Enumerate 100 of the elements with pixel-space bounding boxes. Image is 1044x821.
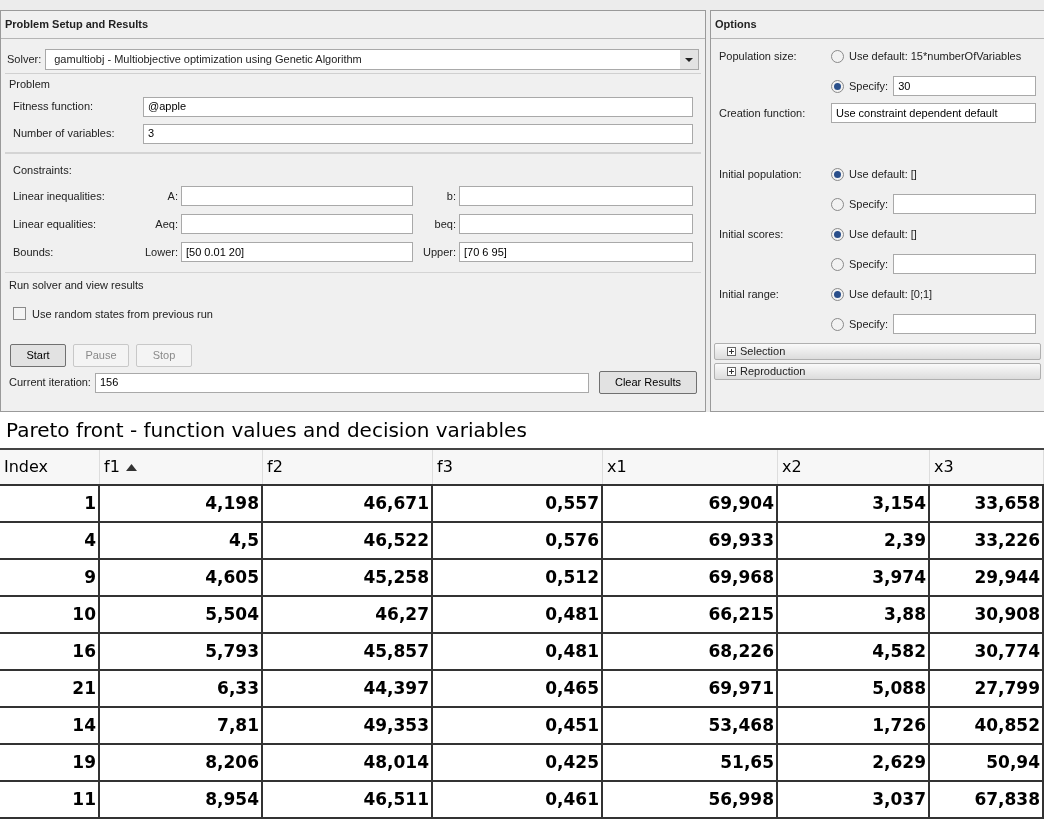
table-cell: 33,658 — [930, 486, 1044, 521]
radio-label: Specify: — [849, 316, 889, 332]
results-title: Pareto front - function values and decision variables — [6, 417, 527, 444]
table-cell: 45,258 — [263, 560, 433, 595]
table-cell: 0,465 — [433, 671, 603, 706]
table-cell: 67,838 — [930, 782, 1044, 817]
table-cell: 14 — [0, 708, 100, 743]
column-header[interactable]: x1 — [603, 450, 778, 484]
input-field[interactable] — [181, 186, 413, 206]
creation-function-field[interactable]: Use constraint dependent default — [831, 103, 1036, 123]
field-label: Initial range: — [719, 286, 780, 302]
input-field[interactable] — [459, 186, 693, 206]
table-cell: 0,451 — [433, 708, 603, 743]
checkbox-label: Use random states from previous run — [32, 306, 213, 322]
field-label: A: — [166, 188, 179, 204]
table-cell: 5,793 — [100, 634, 263, 669]
table-cell: 9 — [0, 560, 100, 595]
solver-dropdown[interactable]: gamultiobj - Multiobjective optimization using Genetic Algorithm — [45, 49, 699, 70]
table-cell: 66,215 — [603, 597, 778, 632]
field-label: Linear inequalities: — [13, 188, 106, 204]
table-cell: 19 — [0, 745, 100, 780]
field-label: Fitness function: — [13, 99, 95, 115]
input-field[interactable] — [893, 314, 1036, 334]
radio-button[interactable] — [831, 197, 844, 211]
radio-label: Specify: — [849, 78, 889, 94]
radio-button[interactable] — [831, 257, 844, 271]
input-field[interactable] — [459, 214, 693, 234]
table-cell: 68,226 — [603, 634, 778, 669]
table-cell: 27,799 — [930, 671, 1044, 706]
table-cell: 46,522 — [263, 523, 433, 558]
checkbox[interactable] — [13, 307, 26, 321]
input-field[interactable] — [181, 214, 413, 234]
radio-label: Specify: — [849, 256, 889, 272]
table-cell: 0,461 — [433, 782, 603, 817]
caret-icon — [680, 50, 698, 69]
input-field[interactable]: [70 6 95] — [459, 242, 693, 262]
table-cell: 8,206 — [100, 745, 263, 780]
table-cell: 21 — [0, 671, 100, 706]
column-header[interactable]: x3 — [930, 450, 1044, 484]
table-cell: 0,576 — [433, 523, 603, 558]
table-cell: 4,605 — [100, 560, 263, 595]
radio-button[interactable] — [831, 49, 844, 63]
radio-label: Use default: [] — [849, 226, 917, 242]
table-cell: 1 — [0, 486, 100, 521]
collapsible-section[interactable]: Selection — [714, 343, 1041, 360]
table-cell: 44,397 — [263, 671, 433, 706]
table-cell: 3,037 — [778, 782, 930, 817]
input-field[interactable]: [50 0.01 20] — [181, 242, 413, 262]
field-label: Upper: — [421, 244, 457, 260]
field-label: Population size: — [719, 48, 798, 64]
table-cell: 56,998 — [603, 782, 778, 817]
field-label: beq: — [433, 216, 457, 232]
table-cell: 2,629 — [778, 745, 930, 780]
table-cell: 3,974 — [778, 560, 930, 595]
field-label: Current iteration: — [9, 375, 91, 391]
panel-title: Problem Setup and Results — [5, 17, 149, 33]
column-header[interactable]: x2 — [778, 450, 930, 484]
clear-results-button[interactable]: Clear Results — [599, 371, 697, 394]
table-cell: 0,557 — [433, 486, 603, 521]
table-cell: 1,726 — [778, 708, 930, 743]
radio-label: Use default: [0;1] — [849, 286, 933, 302]
field-label: b: — [445, 188, 457, 204]
collapsible-section[interactable]: Reproduction — [714, 363, 1041, 380]
radio-label: Use default: [] — [849, 166, 917, 182]
iteration-field[interactable]: 156 — [94, 372, 589, 393]
table-cell: 40,852 — [930, 708, 1044, 743]
field-label: Lower: — [143, 244, 179, 260]
column-header[interactable]: f2 — [263, 450, 433, 484]
table-cell: 4 — [0, 523, 100, 558]
table-cell: 45,857 — [263, 634, 433, 669]
radio-button[interactable] — [831, 167, 844, 181]
field-label: Solver: — [7, 52, 42, 68]
action-button[interactable]: Start — [10, 344, 66, 367]
table-cell: 69,904 — [603, 486, 778, 521]
input-field[interactable]: 3 — [143, 123, 693, 144]
radio-button[interactable] — [831, 227, 844, 241]
radio-label: Specify: — [849, 196, 889, 212]
table-cell: 49,353 — [263, 708, 433, 743]
column-header[interactable]: Index — [0, 450, 100, 484]
radio-button[interactable] — [831, 317, 844, 331]
radio-button[interactable] — [831, 79, 844, 93]
column-header[interactable]: f3 — [433, 450, 603, 484]
table-cell: 16 — [0, 634, 100, 669]
table-cell: 8,954 — [100, 782, 263, 817]
input-field[interactable] — [893, 194, 1036, 214]
table-cell: 51,65 — [603, 745, 778, 780]
table-cell: 2,39 — [778, 523, 930, 558]
table-cell: 7,81 — [100, 708, 263, 743]
input-field[interactable] — [893, 254, 1036, 274]
radio-button[interactable] — [831, 287, 844, 301]
table-cell: 6,33 — [100, 671, 263, 706]
table-cell: 69,968 — [603, 560, 778, 595]
table-cell: 46,511 — [263, 782, 433, 817]
table-cell: 50,94 — [930, 745, 1044, 780]
column-header[interactable]: f1 — [100, 450, 263, 484]
input-field[interactable]: @apple — [143, 96, 693, 117]
table-cell: 30,774 — [930, 634, 1044, 669]
input-field[interactable]: 30 — [893, 76, 1036, 96]
table-cell: 33,226 — [930, 523, 1044, 558]
field-label: Bounds: — [13, 244, 55, 260]
